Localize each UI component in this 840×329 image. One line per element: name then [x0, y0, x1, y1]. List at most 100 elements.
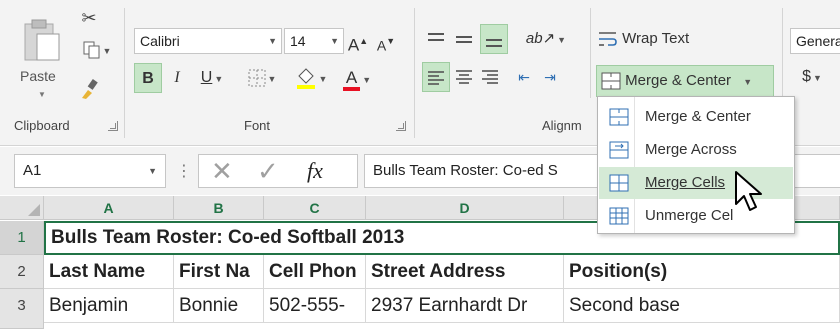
- merge-center-icon: [609, 108, 629, 126]
- wrap-text-button[interactable]: Wrap Text: [598, 24, 712, 54]
- copy-button[interactable]: ▼: [76, 38, 118, 62]
- cell-e2[interactable]: Position(s): [564, 255, 840, 289]
- align-bottom-button[interactable]: [480, 24, 508, 54]
- borders-icon: [248, 69, 266, 87]
- font-group-label: Font: [244, 118, 271, 133]
- more-options-icon[interactable]: ⋮: [176, 161, 192, 181]
- menu-item-merge-across[interactable]: Merge Across: [599, 134, 793, 166]
- clipboard-group-label: Clipboard: [14, 118, 70, 133]
- cell-a2[interactable]: Last Name: [44, 255, 174, 289]
- cell-b3[interactable]: Bonnie: [174, 289, 264, 323]
- select-all-button[interactable]: [0, 196, 44, 220]
- italic-button[interactable]: I: [164, 63, 190, 93]
- menu-item-label: Merge Cells: [645, 174, 726, 191]
- currency-button[interactable]: $ ▼: [790, 62, 834, 92]
- font-dialog-launcher[interactable]: [396, 121, 406, 131]
- cell-d3[interactable]: 2937 Earnhardt Dr: [366, 289, 564, 323]
- unmerge-cells-icon: [609, 207, 629, 225]
- increase-indent-icon: ⇥: [544, 69, 556, 85]
- menu-item-merge-center[interactable]: Merge & Center: [599, 101, 793, 133]
- underline-button[interactable]: U ▼: [192, 63, 232, 93]
- grow-font-button[interactable]: A▲: [346, 26, 370, 56]
- merge-center-button[interactable]: Merge & Center ▼: [596, 65, 774, 97]
- menu-item-label: Unmerge Cel: [645, 207, 734, 224]
- currency-icon: $: [802, 68, 811, 85]
- increase-indent-button[interactable]: ⇥: [538, 62, 562, 92]
- clipboard-icon: [24, 19, 60, 61]
- name-box-value: A1: [23, 162, 42, 179]
- chevron-down-icon: ▼: [38, 90, 46, 99]
- paste-button[interactable]: Paste ▼: [18, 10, 70, 105]
- align-left-button[interactable]: [422, 62, 450, 92]
- mouse-cursor-icon: [735, 171, 762, 211]
- divider: [414, 8, 415, 138]
- font-color-icon: A: [342, 68, 361, 91]
- copy-icon: [83, 41, 100, 59]
- merge-across-icon: [609, 141, 629, 159]
- orientation-icon: ab↗: [525, 30, 556, 47]
- italic-label: I: [174, 69, 180, 86]
- paint-bucket-icon: [296, 68, 315, 89]
- font-name-select[interactable]: Calibri ▼: [134, 28, 282, 54]
- cell-e3[interactable]: Second base: [564, 289, 840, 323]
- chevron-down-icon: ▼: [214, 74, 224, 84]
- decrease-indent-icon: ⇤: [518, 69, 530, 85]
- column-header-c[interactable]: C: [264, 196, 366, 220]
- bold-button[interactable]: B: [134, 63, 162, 93]
- align-left-icon: [428, 70, 444, 85]
- align-top-icon: [428, 32, 444, 41]
- column-header-b[interactable]: B: [174, 196, 264, 220]
- bold-label: B: [142, 70, 154, 87]
- cut-button[interactable]: ✂: [74, 6, 104, 30]
- font-size-select[interactable]: 14 ▼: [284, 28, 344, 54]
- name-box[interactable]: A1 ▼: [14, 154, 166, 188]
- chevron-down-icon: ▼: [330, 36, 339, 46]
- align-top-button[interactable]: [424, 24, 448, 54]
- cell-a3[interactable]: Benjamin: [44, 289, 174, 323]
- enter-icon[interactable]: ✓: [257, 155, 279, 187]
- row-header-1[interactable]: 1: [0, 221, 44, 255]
- divider: [590, 8, 591, 98]
- font-color-button[interactable]: A ▼: [336, 63, 378, 93]
- cell-d2[interactable]: Street Address: [366, 255, 564, 289]
- align-center-icon: [456, 69, 472, 84]
- format-painter-button[interactable]: [74, 76, 104, 102]
- alignment-group-label: Alignm: [542, 118, 582, 133]
- grow-font-icon: A: [347, 35, 360, 55]
- merge-center-icon: [601, 72, 621, 90]
- cell-b2[interactable]: First Na: [174, 255, 264, 289]
- number-format-value: Genera: [796, 33, 840, 49]
- divider: [124, 8, 125, 138]
- fill-color-button[interactable]: ▼: [290, 63, 332, 93]
- chevron-down-icon: ▼: [743, 77, 753, 87]
- number-format-select[interactable]: Genera: [790, 28, 840, 54]
- align-center-button[interactable]: [452, 62, 476, 92]
- clipboard-dialog-launcher[interactable]: [108, 121, 118, 131]
- wrap-text-label: Wrap Text: [622, 30, 690, 47]
- formula-content: Bulls Team Roster: Co-ed S: [373, 162, 558, 179]
- font-name-value: Calibri: [140, 33, 180, 49]
- cell-c3[interactable]: 502-555-: [264, 289, 366, 323]
- decrease-indent-button[interactable]: ⇤: [512, 62, 536, 92]
- chevron-down-icon: ▼: [362, 75, 372, 85]
- column-header-d[interactable]: D: [366, 196, 564, 220]
- orientation-button[interactable]: ab↗ ▼: [524, 24, 568, 54]
- column-header-a[interactable]: A: [44, 196, 174, 220]
- shrink-font-button[interactable]: A▼: [374, 26, 398, 56]
- insert-function-icon[interactable]: fx: [307, 155, 323, 187]
- merge-center-label: Merge & Center: [625, 72, 732, 89]
- chevron-down-icon: ▼: [102, 46, 112, 56]
- cell-c2[interactable]: Cell Phon: [264, 255, 366, 289]
- chevron-down-icon: ▼: [557, 35, 567, 45]
- row-header-3[interactable]: 3: [0, 289, 44, 329]
- merge-dropdown-menu: Merge & Center Merge Across Merge Cells …: [597, 96, 795, 234]
- borders-button[interactable]: ▼: [242, 63, 282, 93]
- cancel-icon[interactable]: ✕: [211, 155, 233, 187]
- chevron-down-icon: ▼: [318, 74, 328, 84]
- row-header-2[interactable]: 2: [0, 255, 44, 289]
- scissors-icon: ✂: [81, 8, 97, 28]
- align-middle-button[interactable]: [452, 24, 476, 54]
- chevron-down-icon: ▼: [268, 36, 277, 46]
- underline-label: U: [200, 69, 213, 86]
- align-right-button[interactable]: [478, 62, 502, 92]
